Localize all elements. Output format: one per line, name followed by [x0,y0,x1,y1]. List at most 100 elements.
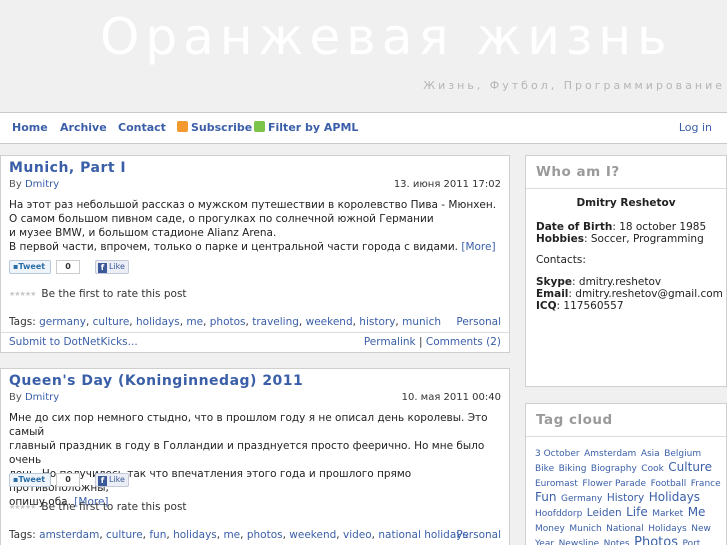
tag-cloud-link[interactable]: Bike [535,464,554,474]
tweet-button[interactable]: ▪Tweet [9,260,51,274]
post-author-line: By Dmitry [9,179,59,190]
post-body-line: главный праздник в году в Голландии и пр… [9,440,485,466]
dob-line: Date of Birth: 18 october 1985 [536,221,706,233]
tag-link[interactable]: me [186,316,203,328]
site-subtitle: Жизнь, Футбол, Программирование [423,79,725,92]
tag-link[interactable]: me [223,529,240,541]
by-label: By [9,179,22,190]
tag-cloud-link[interactable]: Fun [535,490,556,504]
nav-home-link[interactable]: Home [12,121,48,134]
post-tags: Tags: germany, culture, holidays, me, ph… [9,316,441,328]
rss-icon [177,121,188,132]
tag-cloud-link[interactable]: National [606,524,644,534]
tag-link[interactable]: weekend [289,529,336,541]
tweet-button[interactable]: ▪Tweet [9,473,51,487]
rating-text: Be the first to rate this post [41,288,187,300]
icq-value: : 117560557 [556,300,624,312]
nav-apml-link[interactable]: Filter by APML [254,121,358,134]
tag-link[interactable]: holidays [136,316,180,328]
tag-link[interactable]: munich [402,316,441,328]
who-am-i-widget: Who am I? Dmitry Reshetov Date of Birth:… [525,155,727,387]
tag-cloud-link[interactable]: Culture [668,460,712,474]
tag-link[interactable]: history [359,316,395,328]
tag-cloud-link[interactable]: Biking [559,464,587,474]
tag-cloud-link[interactable]: Munich [569,524,601,534]
nav-archive-link[interactable]: Archive [60,121,107,134]
tag-link[interactable]: fun [149,529,166,541]
tag-cloud-link[interactable]: Me [688,505,706,519]
author-link[interactable]: Dmitry [25,179,59,190]
post-body-text: В первой части, впрочем, только о парке … [9,241,458,253]
tags-label: Tags: [9,529,36,541]
site-title[interactable]: Оранжевая жизнь [100,8,673,66]
hobbies-value: : Soccer, Programming [584,233,704,245]
hobbies-line: Hobbies: Soccer, Programming [536,233,704,245]
login-link[interactable]: Log in [679,121,712,134]
tag-link[interactable]: amsterdam [39,529,99,541]
tag-link[interactable]: traveling [252,316,299,328]
tag-link[interactable]: culture [106,529,143,541]
tag-cloud-link[interactable]: Football [651,479,687,489]
comments-link[interactable]: Comments (2) [426,336,501,348]
tag-link[interactable]: germany [39,316,86,328]
tag-cloud-link[interactable]: Asia [641,449,660,459]
tag-cloud-link[interactable]: 3 October [535,449,580,459]
email-value: : dmitry.reshetov@gmail.com [568,288,723,300]
tag-cloud-link[interactable]: Euromast [535,479,578,489]
tag-cloud-link[interactable]: Cook [641,464,664,474]
tag-cloud-link[interactable]: Newsline [559,539,600,545]
rating-stars[interactable]: ★★★★★ [9,290,36,298]
nav-subscribe-link[interactable]: Subscribe [177,121,252,134]
like-button[interactable]: f Like [95,473,129,487]
tag-link[interactable]: national holidays [378,529,468,541]
post-title[interactable]: Munich, Part I [9,160,126,176]
tag-cloud-link[interactable]: Holidays [648,524,687,534]
tag-cloud-link[interactable]: Life [626,505,648,519]
nav-bar: Home Archive Contact Subscribe Filter by… [0,112,727,144]
nav-apml-label: Filter by APML [268,121,359,134]
tag-cloud-link[interactable]: Flower Parade [582,479,646,489]
tag-cloud-link[interactable]: Photos [634,535,678,545]
tag-cloud-link[interactable]: Leiden [587,507,622,519]
tag-cloud-link[interactable]: Money [535,524,565,534]
tag-link[interactable]: weekend [306,316,353,328]
tag-cloud-link[interactable]: Notes [604,539,630,545]
widget-divider [526,436,726,437]
tag-cloud-link[interactable]: Amsterdam [584,449,636,459]
post-body: На этот раз небольшой рассказ о мужском … [9,198,501,254]
tag-cloud-link[interactable]: History [607,492,644,504]
tag-link[interactable]: photos [210,316,246,328]
widget-divider [526,188,726,189]
tag-link[interactable]: holidays [173,529,217,541]
tag-cloud-link[interactable]: Holidays [649,490,700,504]
post-munich: Munich, Part I By Dmitry 13. июня 2011 1… [0,155,510,353]
tag-cloud-link[interactable]: France [691,479,721,489]
tag-cloud-link[interactable]: Market [652,509,683,519]
category-link[interactable]: Personal [456,529,501,541]
tag-cloud-link[interactable]: Hoofddorp [535,509,582,519]
read-more-link[interactable]: [More] [461,241,495,253]
dotnetkicks-link[interactable]: Submit to DotNetKicks... [9,336,138,348]
rating-stars[interactable]: ★★★★★ [9,503,36,511]
post-title[interactable]: Queen's Day (Koninginnedag) 2011 [9,373,303,389]
tag-cloud-link[interactable]: Biography [591,464,637,474]
rating: ★★★★★ Be the first to rate this post [9,501,187,513]
author-link[interactable]: Dmitry [25,392,59,403]
nav-contact-link[interactable]: Contact [118,121,166,134]
post-footer: Submit to DotNetKicks... Permalink | Com… [1,332,509,352]
facebook-icon: f [98,263,107,273]
like-button[interactable]: f Like [95,260,129,274]
tag-link[interactable]: video [343,529,372,541]
post-date: 10. мая 2011 00:40 [401,392,501,403]
post-footer-links: Permalink | Comments (2) [363,336,501,348]
permalink-link[interactable]: Permalink [364,336,416,348]
tag-link[interactable]: photos [247,529,283,541]
tag-cloud-link[interactable]: Belgium [664,449,701,459]
post-body-line: О самом большом пивном саде, о прогулках… [9,213,434,225]
post-body-line: В первой части, впрочем, только о парке … [9,240,501,254]
category-link[interactable]: Personal [456,316,501,328]
tag-link[interactable]: culture [93,316,130,328]
tag-cloud-link[interactable]: Port [682,539,700,545]
facebook-icon: f [98,476,107,486]
tag-cloud-link[interactable]: Germany [561,494,602,504]
